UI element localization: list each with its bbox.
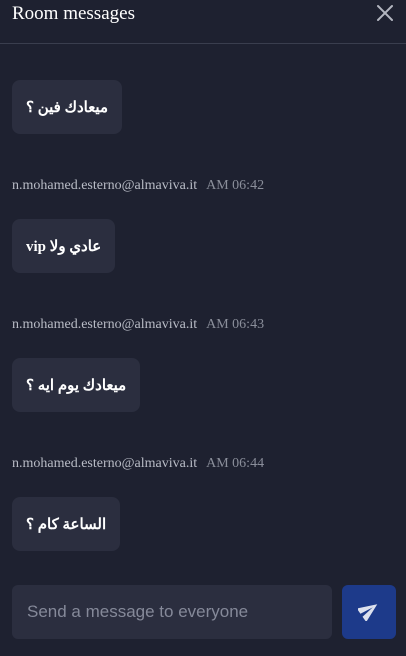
message-time: AM 06:42	[206, 178, 265, 193]
message-sender: n.mohamed.esterno@almaviva.it	[12, 317, 198, 332]
message-bubble: عادي ولا vip	[12, 219, 116, 273]
message-meta: n.mohamed.esterno@almaviva.it AM 06:43	[12, 316, 264, 334]
message-meta: n.mohamed.esterno@almaviva.it AM 06:44	[12, 455, 264, 473]
send-icon	[356, 599, 380, 626]
close-icon[interactable]	[376, 4, 394, 22]
message-sender: n.mohamed.esterno@almaviva.it	[12, 456, 198, 471]
message-input[interactable]	[12, 585, 332, 639]
message-text: ميعادك فين ؟	[26, 99, 108, 116]
message-text: عادي ولا vip	[26, 238, 102, 255]
send-button[interactable]	[342, 585, 396, 639]
message-sender: n.mohamed.esterno@almaviva.it	[12, 178, 198, 193]
message-bubble: ميعادك فين ؟	[12, 80, 122, 134]
message-meta: n.mohamed.esterno@almaviva.it AM 06:42	[12, 177, 264, 195]
message-text: ميعادك يوم ايه ؟	[26, 377, 127, 394]
message-text: الساعة كام ؟	[26, 516, 107, 533]
message-time: AM 06:43	[206, 317, 265, 332]
panel-header: Room messages	[0, 0, 406, 44]
message-bubble: ميعادك يوم ايه ؟	[12, 358, 141, 412]
panel-title: Room messages	[12, 3, 135, 24]
message-time: AM 06:44	[206, 456, 265, 471]
message-bubble: الساعة كام ؟	[12, 497, 121, 551]
room-messages-panel: Room messages ميعادك فين ؟ n.mohamed.est…	[0, 0, 406, 656]
